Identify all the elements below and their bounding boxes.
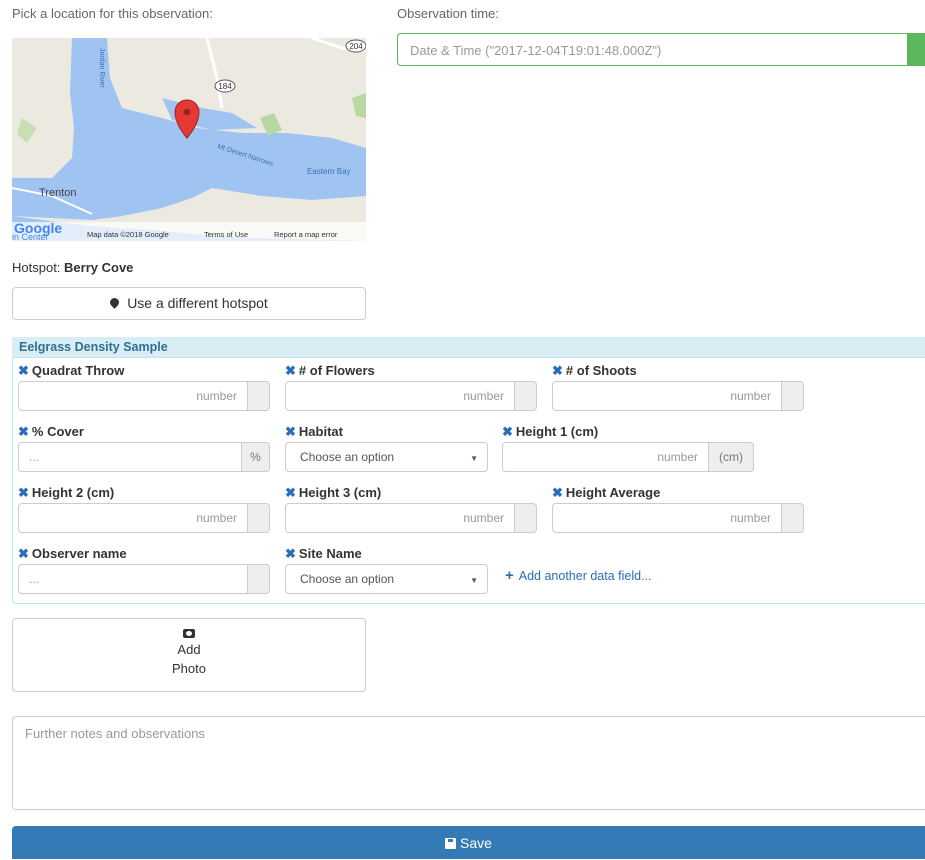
height-average-input[interactable]: number — [552, 503, 782, 533]
height2-input[interactable]: number — [18, 503, 248, 533]
hotspot-name: Berry Cove — [64, 260, 134, 275]
map-corner-text: in Center — [12, 232, 49, 241]
field-label-habitat: ✖ Habitat — [285, 424, 343, 439]
remove-field-icon[interactable]: ✖ — [285, 546, 296, 561]
remove-field-icon[interactable]: ✖ — [18, 546, 29, 561]
map-attribution: Map data ©2018 Google — [87, 230, 169, 239]
height1-addon: (cm) — [709, 442, 754, 472]
field-label-height2: ✖ Height 2 (cm) — [18, 485, 115, 500]
quadrat-throw-input[interactable]: number — [18, 381, 248, 411]
remove-field-icon[interactable]: ✖ — [285, 485, 296, 500]
add-photo-line2: Photo — [172, 661, 206, 676]
add-data-field-link[interactable]: + Add another data field... — [505, 567, 652, 584]
camera-icon — [183, 629, 195, 638]
plus-icon: + — [505, 567, 514, 584]
field-label-cover: ✖% Cover — [18, 424, 84, 439]
field-label-shoots: ✖ # of Shoots — [552, 363, 637, 378]
remove-field-icon[interactable]: ✖ — [552, 363, 563, 378]
calendar-icon[interactable] — [907, 33, 925, 66]
location-map[interactable]: 204 184 Trenton Eastern Bay Mt Desert Na… — [12, 38, 366, 241]
remove-field-icon[interactable]: ✖ — [18, 485, 29, 500]
habitat-select-value: Choose an option — [300, 450, 395, 464]
observation-time-label: Observation time: — [397, 6, 499, 21]
save-button[interactable]: Save — [12, 826, 925, 859]
save-label: Save — [460, 835, 492, 851]
height3-input[interactable]: number — [285, 503, 515, 533]
add-data-field-label: Add another data field... — [518, 569, 652, 583]
change-hotspot-label: Use a different hotspot — [127, 295, 268, 311]
observer-input[interactable]: ... — [18, 564, 248, 594]
map-terms-link[interactable]: Terms of Use — [204, 230, 248, 239]
road-shield-204: 204 — [349, 42, 363, 51]
add-photo-button[interactable]: Add Photo — [12, 618, 366, 692]
observer-addon — [248, 564, 270, 594]
shoots-input[interactable]: number — [552, 381, 782, 411]
site-name-select-value: Choose an option — [300, 572, 395, 586]
map-report-link[interactable]: Report a map error — [274, 230, 338, 239]
field-label-flowers: ✖ # of Flowers — [285, 363, 375, 378]
caret-down-icon: ▼ — [470, 454, 478, 463]
remove-field-icon[interactable]: ✖ — [552, 485, 563, 500]
hotspot-prefix: Hotspot: — [12, 260, 61, 275]
quadrat-throw-addon — [248, 381, 270, 411]
road-shield-184: 184 — [218, 82, 232, 91]
cover-addon: % — [242, 442, 270, 472]
flowers-input[interactable]: number — [285, 381, 515, 411]
shoots-addon — [782, 381, 804, 411]
location-prompt: Pick a location for this observation: — [12, 6, 213, 21]
panel-title: Eelgrass Density Sample — [12, 337, 925, 358]
notes-textarea[interactable]: Further notes and observations — [12, 716, 925, 810]
remove-field-icon[interactable]: ✖ — [18, 424, 29, 439]
cover-input[interactable]: ... — [18, 442, 242, 472]
map-label-jordan-river: Jordan River — [98, 48, 105, 88]
change-hotspot-button[interactable]: Use a different hotspot — [12, 287, 366, 320]
field-label-site-name: ✖ Site Name — [285, 546, 362, 561]
height2-addon — [248, 503, 270, 533]
flowers-addon — [515, 381, 537, 411]
hotspot-line: Hotspot: Berry Cove — [12, 260, 133, 275]
map-label-eastern-bay: Eastern Bay — [307, 167, 351, 176]
field-label-height1: ✖ Height 1 (cm) — [502, 424, 599, 439]
remove-field-icon[interactable]: ✖ — [285, 363, 296, 378]
field-label-quadrat: ✖ Quadrat Throw — [18, 363, 125, 378]
height-average-addon — [782, 503, 804, 533]
caret-down-icon: ▼ — [470, 576, 478, 585]
site-name-select[interactable]: Choose an option ▼ — [285, 564, 488, 594]
height3-addon — [515, 503, 537, 533]
observation-time-input[interactable]: Date & Time ("2017-12-04T19:01:48.000Z") — [397, 33, 907, 66]
field-label-height3: ✖ Height 3 (cm) — [285, 485, 382, 500]
field-label-observer: ✖ Observer name — [18, 546, 127, 561]
map-label-trenton: Trenton — [39, 187, 77, 199]
remove-field-icon[interactable]: ✖ — [18, 363, 29, 378]
remove-field-icon[interactable]: ✖ — [285, 424, 296, 439]
habitat-select[interactable]: Choose an option ▼ — [285, 442, 488, 472]
add-photo-line1: Add — [177, 642, 201, 657]
floppy-disk-icon — [445, 838, 457, 849]
height1-input[interactable]: number — [502, 442, 709, 472]
map-pin-icon — [108, 296, 122, 309]
remove-field-icon[interactable]: ✖ — [502, 424, 513, 439]
field-label-height-average: ✖ Height Average — [552, 485, 661, 500]
